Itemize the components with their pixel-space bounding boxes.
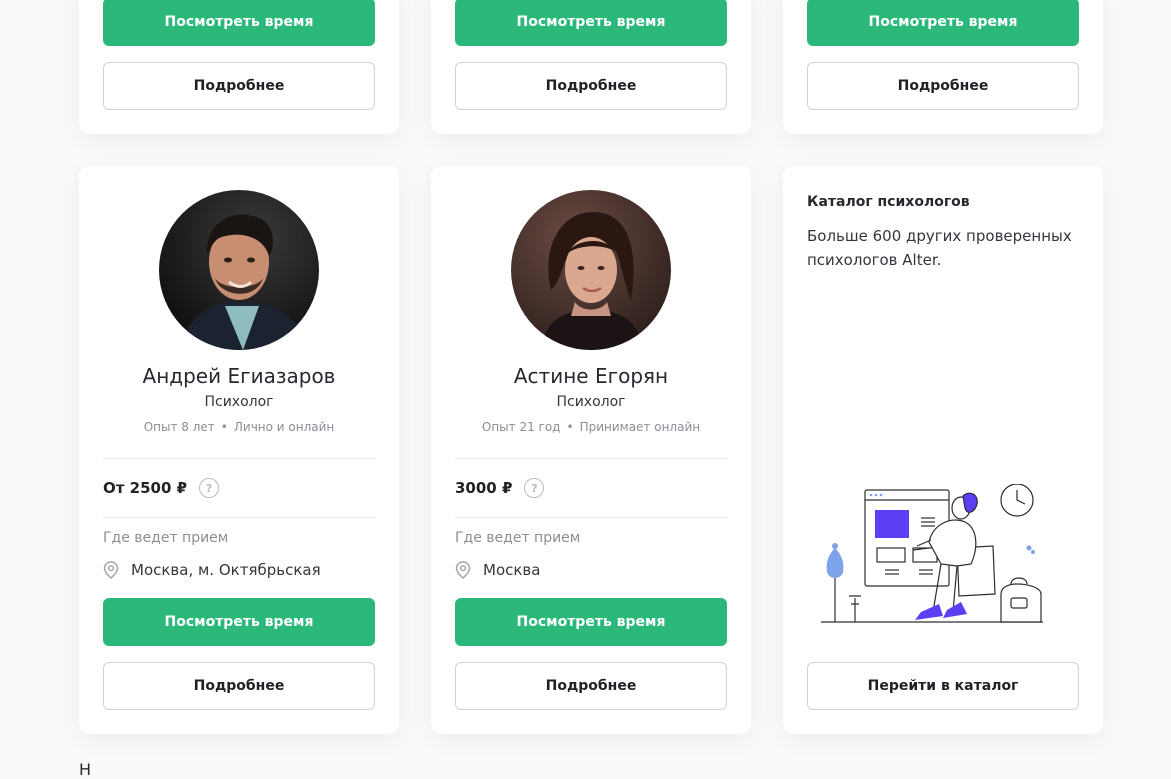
location-pin-icon: [103, 561, 119, 579]
meta-separator: •: [220, 420, 228, 434]
psychologist-name[interactable]: Андрей Егиазаров: [79, 364, 399, 388]
view-time-button[interactable]: Посмотреть время: [455, 598, 727, 646]
price-text: 3000 ₽: [455, 479, 513, 497]
format-text: Лично и онлайн: [233, 420, 335, 434]
view-time-button[interactable]: Посмотреть время: [103, 0, 375, 46]
psychologist-card-top-2: Посмотреть время Подробнее: [431, 0, 751, 134]
experience-text: Опыт 21 год: [481, 420, 561, 434]
experience-text: Опыт 8 лет: [143, 420, 215, 434]
section-heading-peek: Н: [79, 760, 92, 779]
psychologist-role: Психолог: [556, 394, 626, 410]
location-pin-icon: [455, 561, 471, 579]
location: Москва, м. Октябрьская: [103, 561, 321, 579]
view-time-button[interactable]: Посмотреть время: [103, 598, 375, 646]
view-time-button[interactable]: Посмотреть время: [455, 0, 727, 46]
psychologist-card: Андрей Егиазаров Психолог Опыт 8 лет • Лич…: [79, 166, 399, 734]
divider: [103, 517, 375, 518]
divider: [455, 458, 727, 459]
view-time-button[interactable]: Посмотреть время: [807, 0, 1079, 46]
divider: [455, 517, 727, 518]
details-button[interactable]: Подробнее: [103, 662, 375, 710]
details-button[interactable]: Подробнее: [455, 62, 727, 110]
psychologist-name[interactable]: Астине Егорян: [431, 364, 751, 388]
go-to-catalog-button[interactable]: Перейти в каталог: [807, 662, 1079, 710]
catalog-title: Каталог психологов: [807, 194, 970, 210]
price-text: От 2500 ₽: [103, 479, 188, 497]
avatar[interactable]: [511, 190, 671, 350]
price: От 2500 ₽ ?: [103, 478, 220, 498]
location: Москва: [455, 561, 540, 579]
divider: [103, 458, 375, 459]
details-button[interactable]: Подробнее: [807, 62, 1079, 110]
catalog-card: Каталог психологов Больше 600 других про…: [783, 166, 1103, 734]
psychologist-meta: Опыт 21 год • Принимает онлайн: [431, 420, 751, 434]
price: 3000 ₽ ?: [455, 478, 545, 498]
question-circle-icon[interactable]: ?: [199, 478, 220, 498]
location-text: Москва, м. Октябрьская: [131, 561, 321, 579]
catalog-description: Больше 600 других проверенных психологов…: [807, 227, 1072, 269]
avatar[interactable]: [159, 190, 319, 350]
where-label: Где ведет прием: [103, 530, 229, 546]
question-circle-icon[interactable]: ?: [524, 478, 545, 498]
psychologist-role: Психолог: [204, 394, 274, 410]
details-button[interactable]: Подробнее: [103, 62, 375, 110]
psychologist-card-top-1: Посмотреть время Подробнее: [79, 0, 399, 134]
where-label: Где ведет прием: [455, 530, 581, 546]
location-text: Москва: [483, 561, 541, 579]
psychologist-card: Астине Егорян Психолог Опыт 21 год • Прини…: [431, 166, 751, 734]
catalog-illustration: [821, 483, 1065, 638]
psychologist-meta: Опыт 8 лет • Лично и онлайн: [79, 420, 399, 434]
psychologist-card-top-3: Посмотреть время Подробнее: [783, 0, 1103, 134]
details-button[interactable]: Подробнее: [455, 662, 727, 710]
meta-separator: •: [566, 420, 574, 434]
format-text: Принимает онлайн: [579, 420, 701, 434]
